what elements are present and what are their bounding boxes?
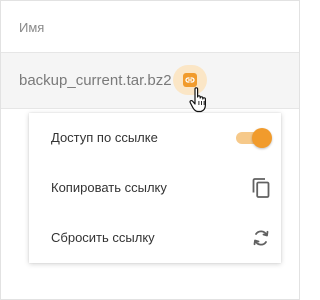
column-header-name[interactable]: Имя: [19, 20, 44, 35]
menu-item-copy-link[interactable]: Копировать ссылку: [29, 163, 281, 213]
file-name[interactable]: backup_current.tar.bz2: [19, 72, 172, 89]
table-header: Имя: [1, 1, 299, 53]
file-list-panel: Имя backup_current.tar.bz2 Доступ по ссы…: [0, 0, 300, 300]
hand-pointer-cursor-icon: [189, 87, 209, 113]
refresh-icon: [249, 226, 273, 250]
menu-item-link-access[interactable]: Доступ по ссылке: [29, 113, 281, 163]
share-link-menu: Доступ по ссылке Копировать ссылку Сброс…: [29, 113, 281, 263]
toggle-knob: [252, 128, 272, 148]
copy-icon: [249, 176, 273, 200]
menu-item-label: Копировать ссылку: [51, 180, 167, 195]
table-row[interactable]: backup_current.tar.bz2: [1, 53, 299, 109]
link-access-toggle[interactable]: [236, 128, 272, 148]
menu-item-label: Сбросить ссылку: [51, 230, 155, 245]
menu-item-label: Доступ по ссылке: [51, 130, 158, 145]
menu-item-reset-link[interactable]: Сбросить ссылку: [29, 213, 281, 263]
link-icon: [183, 73, 197, 87]
